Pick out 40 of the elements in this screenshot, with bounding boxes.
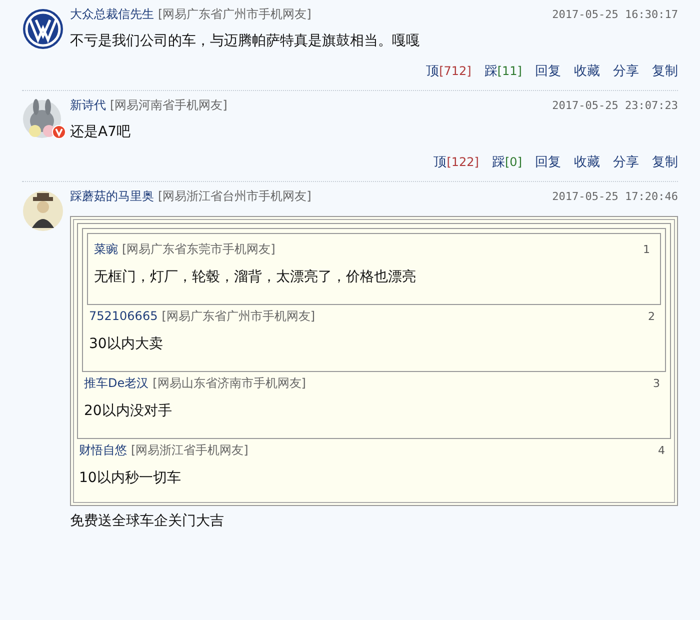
action-link[interactable]: 回复 bbox=[535, 62, 561, 80]
floor-number: 3 bbox=[653, 377, 661, 390]
username-link[interactable]: 新诗代 bbox=[70, 97, 106, 114]
comment-text: 还是A7吧 bbox=[70, 123, 132, 141]
location-text: [网易浙江省台州市手机网友] bbox=[158, 188, 312, 205]
comment-text: 不亏是我们公司的车，与迈腾帕萨特真是旗鼓相当。嘎嘎 bbox=[70, 32, 421, 50]
action-link[interactable]: 分享 bbox=[613, 153, 639, 171]
floor-number: 2 bbox=[648, 310, 656, 323]
quote-text: 无框门，灯厂，轮毂，溜背，太漂亮了，价格也漂亮 bbox=[93, 268, 417, 287]
location-text: [网易广东省东莞市手机网友] bbox=[122, 241, 276, 258]
action-link[interactable]: 分享 bbox=[613, 62, 639, 80]
username-link[interactable]: 踩蘑菇的马里奥 bbox=[70, 188, 154, 205]
username-link[interactable]: 752106665 bbox=[89, 309, 158, 323]
location-text: [网易山东省济南市手机网友] bbox=[152, 375, 306, 392]
upvote-link[interactable]: 顶[122] bbox=[434, 153, 479, 171]
location-text: [网易广东省广州市手机网友] bbox=[162, 308, 316, 325]
quote-text: 20以内没对手 bbox=[83, 402, 173, 421]
username-link[interactable]: 菜豌 bbox=[94, 241, 118, 258]
username-link[interactable]: 财悟自悠 bbox=[79, 442, 127, 459]
username-link[interactable]: 大众总裁信先生 bbox=[70, 6, 154, 23]
action-link[interactable]: 复制 bbox=[652, 153, 678, 171]
floor-number: 1 bbox=[643, 243, 651, 256]
action-link[interactable]: 复制 bbox=[652, 62, 678, 80]
action-link[interactable]: 回复 bbox=[535, 153, 561, 171]
comment-text: 免费送全球车企关门大吉 bbox=[70, 512, 225, 530]
timestamp: 2017-05-25 17:20:46 bbox=[552, 190, 678, 203]
upvote-link[interactable]: 顶[712] bbox=[426, 62, 472, 80]
timestamp: 2017-05-25 23:07:23 bbox=[552, 99, 678, 112]
location-text: [网易广东省广州市手机网友] bbox=[158, 6, 312, 23]
quote-text: 10以内秒一切车 bbox=[78, 469, 182, 488]
downvote-link[interactable]: 踩[11] bbox=[484, 62, 522, 80]
downvote-link[interactable]: 踩[0] bbox=[492, 153, 522, 171]
username-link[interactable]: 推车De老汉 bbox=[84, 375, 149, 392]
location-text: [网易浙江省手机网友] bbox=[131, 442, 248, 459]
location-text: [网易河南省手机网友] bbox=[110, 97, 228, 114]
action-link[interactable]: 收藏 bbox=[574, 62, 600, 80]
quote-text: 30以内大卖 bbox=[88, 335, 164, 354]
action-link[interactable]: 收藏 bbox=[574, 153, 600, 171]
timestamp: 2017-05-25 16:30:17 bbox=[552, 8, 678, 21]
floor-number: 4 bbox=[658, 444, 666, 457]
